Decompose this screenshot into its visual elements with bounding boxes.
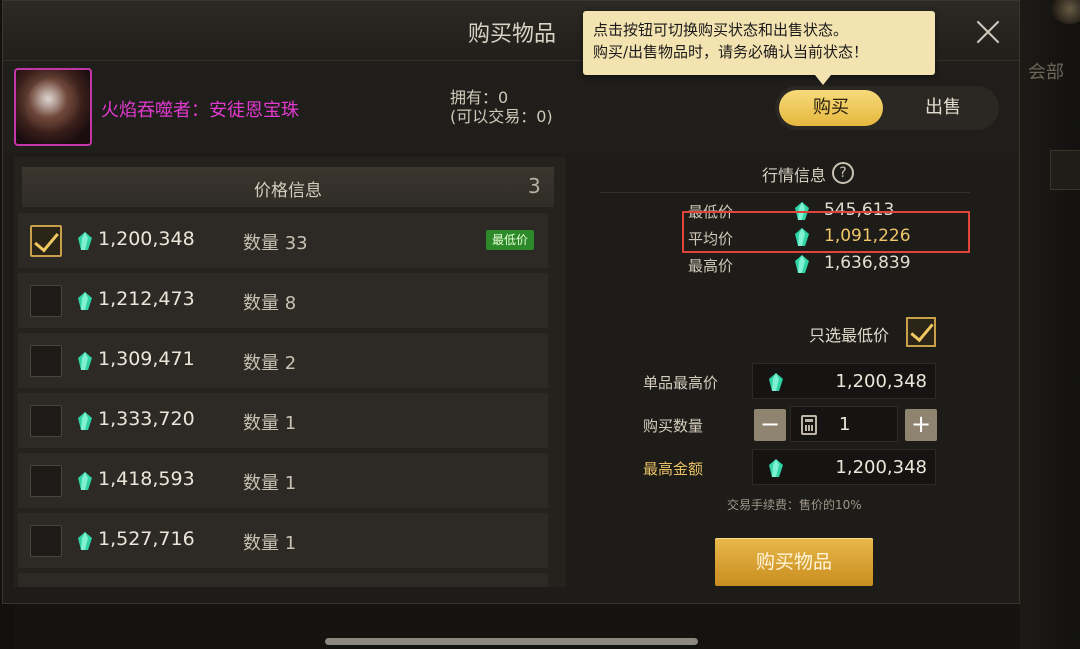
row-quantity: 数量 2 bbox=[243, 353, 297, 374]
calculator-icon[interactable] bbox=[801, 415, 817, 435]
price-row[interactable]: 1,200,348 数量 33 最低价 bbox=[18, 213, 548, 268]
owned-line: 拥有：0 bbox=[450, 88, 509, 107]
quantity-value: 1 bbox=[839, 414, 851, 435]
owned-count: 拥有：0 (可以交易：0) bbox=[450, 88, 553, 126]
row-quantity: 数量 1 bbox=[243, 473, 297, 494]
price-list-title: 价格信息 bbox=[254, 181, 322, 201]
close-icon[interactable] bbox=[971, 15, 1005, 49]
gem-icon bbox=[78, 232, 92, 250]
quantity-field[interactable]: 1 bbox=[790, 406, 898, 442]
mode-tooltip: 点击按钮可切换购买状态和出售状态。 购买/出售物品时，请务必确认当前状态！ bbox=[583, 11, 935, 85]
lowest-price-badge: 最低价 bbox=[486, 230, 535, 250]
tradable-line: (可以交易：0) bbox=[450, 107, 553, 126]
market-info-title: 行情信息 bbox=[762, 166, 827, 185]
buy-mode-button[interactable]: 购买 bbox=[779, 90, 883, 126]
gem-icon bbox=[795, 255, 809, 273]
price-row[interactable]: 1,418,593 数量 1 bbox=[18, 453, 548, 508]
price-list-header: 价格信息 3 bbox=[22, 167, 554, 207]
price-list-panel: 价格信息 3 1,200,348 数量 33 最低价 1,212,473 数量 … bbox=[14, 157, 566, 587]
gem-icon bbox=[769, 373, 783, 391]
max-unit-price-label: 单品最高价 bbox=[643, 374, 719, 392]
price-list-count: 3 bbox=[528, 174, 541, 198]
row-checkbox[interactable] bbox=[30, 405, 62, 437]
row-quantity: 数量 1 bbox=[243, 413, 297, 434]
quantity-plus-button[interactable]: + bbox=[905, 409, 937, 441]
price-row[interactable]: 1,527,716 数量 1 bbox=[18, 513, 548, 568]
average-price-highlight bbox=[682, 211, 970, 253]
gem-icon bbox=[78, 412, 92, 430]
price-row-partial[interactable] bbox=[18, 573, 548, 587]
price-row[interactable]: 1,212,473 数量 8 bbox=[18, 273, 548, 328]
row-price: 1,212,473 bbox=[98, 288, 195, 310]
background-right-strip: 会部 bbox=[1020, 0, 1080, 649]
row-checkbox[interactable] bbox=[30, 285, 62, 317]
buy-sell-toggle: 购买 出售 bbox=[775, 86, 999, 130]
gem-icon bbox=[78, 352, 92, 370]
gem-icon bbox=[769, 459, 783, 477]
help-icon[interactable]: ? bbox=[832, 162, 854, 184]
sell-mode-button[interactable]: 出售 bbox=[891, 90, 995, 126]
row-price: 1,333,720 bbox=[98, 408, 195, 430]
background-orb-icon bbox=[1052, 0, 1080, 24]
row-checkbox[interactable] bbox=[30, 345, 62, 377]
row-quantity: 数量 1 bbox=[243, 533, 297, 554]
row-price: 1,200,348 bbox=[98, 228, 195, 250]
max-total-label: 最高金额 bbox=[643, 460, 704, 478]
row-price: 1,309,471 bbox=[98, 348, 195, 370]
fee-note: 交易手续费：售价的10% bbox=[727, 498, 862, 512]
price-row[interactable]: 1,309,471 数量 2 bbox=[18, 333, 548, 388]
gem-icon bbox=[78, 292, 92, 310]
row-checkbox[interactable] bbox=[30, 525, 62, 557]
market-divider bbox=[600, 192, 970, 193]
item-name: 火焰吞噬者：安徒恩宝珠 bbox=[101, 100, 299, 121]
row-checkbox[interactable] bbox=[30, 225, 62, 257]
background-tab bbox=[1050, 150, 1080, 190]
quantity-label: 购买数量 bbox=[643, 417, 704, 435]
item-orb-icon[interactable] bbox=[14, 68, 92, 146]
row-quantity: 数量 8 bbox=[243, 293, 297, 314]
row-price: 1,527,716 bbox=[98, 528, 195, 550]
tooltip-line-1: 点击按钮可切换购买状态和出售状态。 bbox=[593, 21, 849, 39]
home-indicator[interactable] bbox=[325, 638, 698, 645]
only-lowest-label: 只选最低价 bbox=[809, 326, 890, 345]
price-row[interactable]: 1,333,720 数量 1 bbox=[18, 393, 548, 448]
gem-icon bbox=[78, 532, 92, 550]
max-unit-price-field[interactable]: 1,200,348 bbox=[752, 363, 936, 399]
only-lowest-checkbox[interactable] bbox=[906, 317, 936, 347]
buy-item-button[interactable]: 购买物品 bbox=[715, 538, 873, 586]
quantity-minus-button[interactable]: − bbox=[754, 409, 786, 441]
max-total-field: 1,200,348 bbox=[752, 449, 936, 485]
highest-price-label: 最高价 bbox=[688, 257, 734, 275]
gem-icon bbox=[78, 472, 92, 490]
highest-price-value: 1,636,839 bbox=[824, 253, 911, 273]
row-checkbox[interactable] bbox=[30, 465, 62, 497]
row-quantity: 数量 33 bbox=[243, 233, 308, 254]
max-unit-price-value: 1,200,348 bbox=[835, 371, 927, 392]
tooltip-line-2: 购买/出售物品时，请务必确认当前状态！ bbox=[593, 43, 869, 61]
background-side-text: 会部 bbox=[1028, 62, 1064, 83]
max-total-value: 1,200,348 bbox=[835, 457, 927, 478]
row-price: 1,418,593 bbox=[98, 468, 195, 490]
